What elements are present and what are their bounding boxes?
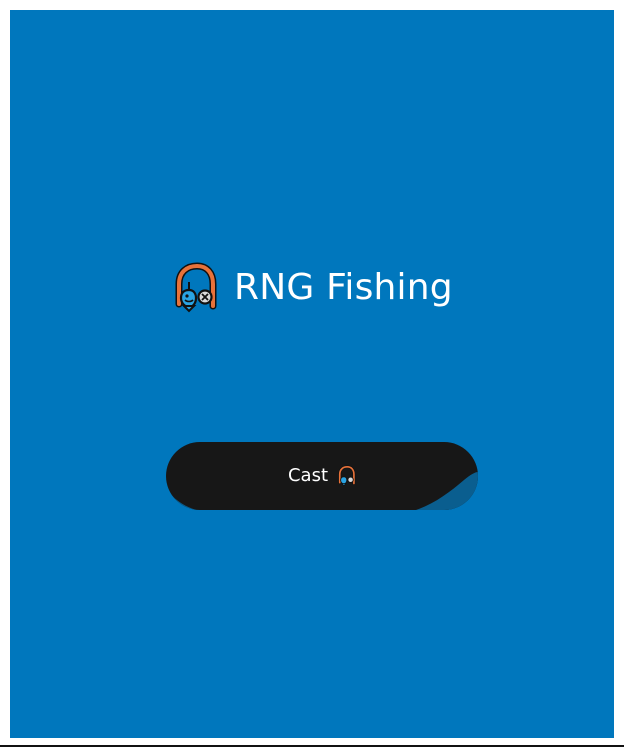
title-row: RNG Fishing (170, 258, 453, 318)
bottom-divider (0, 745, 624, 747)
fishing-pole-icon (338, 465, 356, 487)
cast-button-label: Cast (287, 465, 329, 486)
fishing-pole-icon (175, 262, 217, 313)
page-title: RNG Fishing (234, 267, 453, 308)
cast-button[interactable]: Cast (166, 442, 478, 510)
cast-button-content: Cast (166, 442, 478, 510)
game-screen: RNG Fishing Cast (10, 10, 614, 738)
